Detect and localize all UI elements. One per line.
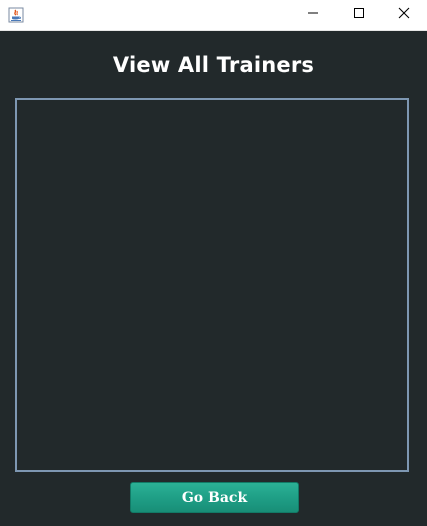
- close-icon: [398, 6, 410, 24]
- java-app-icon: [8, 7, 24, 23]
- title-bar[interactable]: [0, 0, 427, 31]
- app-window: View All Trainers Go Back: [0, 0, 427, 526]
- maximize-button[interactable]: [336, 0, 382, 30]
- page-title: View All Trainers: [112, 53, 315, 77]
- content-panel: View All Trainers Go Back: [0, 31, 427, 526]
- trainers-list[interactable]: [15, 98, 409, 472]
- maximize-icon: [353, 6, 365, 24]
- go-back-button[interactable]: Go Back: [130, 482, 299, 513]
- close-button[interactable]: [381, 0, 427, 30]
- minimize-button[interactable]: [290, 0, 336, 30]
- minimize-icon: [307, 6, 319, 24]
